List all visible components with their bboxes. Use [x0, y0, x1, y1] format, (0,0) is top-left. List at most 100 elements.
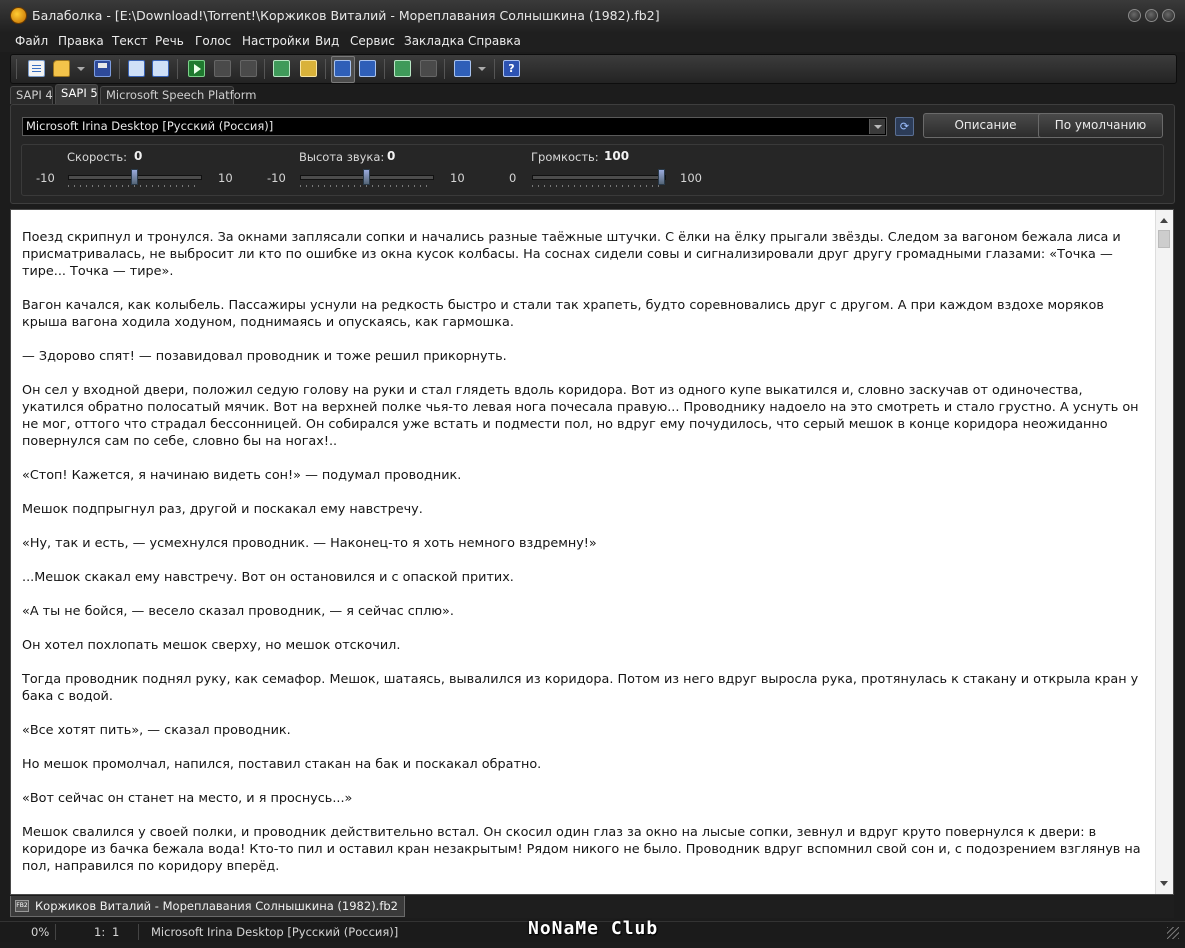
export-audio-icon[interactable] — [152, 60, 169, 77]
status-separator — [55, 924, 56, 940]
menu-view[interactable]: Вид — [315, 34, 339, 48]
document-tab-label: Коржиков Виталий - Мореплавания Солнышки… — [35, 899, 398, 913]
default-button[interactable]: По умолчанию — [1038, 113, 1163, 138]
stop-icon[interactable] — [240, 60, 257, 77]
menu-bookmark[interactable]: Закладка — [404, 34, 464, 48]
tab-microsoft-speech-platform[interactable]: Microsoft Speech Platform — [100, 86, 257, 104]
volume-max-label: 100 — [680, 171, 702, 185]
paragraph: Мешок свалился у своей полки, и проводни… — [22, 825, 1141, 874]
paragraph: «Стоп! Кажется, я начинаю видеть сон!» —… — [22, 468, 462, 483]
read-file-icon[interactable] — [300, 60, 317, 77]
dictionary-icon[interactable] — [359, 60, 376, 77]
convert-icon[interactable] — [394, 60, 411, 77]
menu-help[interactable]: Справка — [468, 34, 521, 48]
close-button[interactable] — [1162, 9, 1175, 22]
volume-slider[interactable] — [532, 175, 666, 180]
toolbar-separator — [444, 59, 445, 79]
open-dropdown-arrow-icon[interactable] — [77, 67, 85, 71]
toolbar-separator — [325, 59, 326, 79]
volume-slider-thumb[interactable] — [658, 169, 665, 185]
status-voice: Microsoft Irina Desktop [Русский (Россия… — [151, 925, 399, 939]
tab-sapi4[interactable]: SAPI 4 — [10, 86, 53, 104]
paragraph: «Все хотят пить», — сказал проводник. — [22, 723, 291, 738]
document-tab[interactable]: FB2 Коржиков Виталий - Мореплавания Солн… — [10, 896, 405, 917]
toolbar-separator — [177, 59, 178, 79]
menu-speech[interactable]: Речь — [155, 34, 184, 48]
scroll-down-arrow-icon[interactable] — [1160, 881, 1168, 886]
voice-panel: Microsoft Irina Desktop [Русский (Россия… — [10, 104, 1175, 204]
open-folder-icon[interactable] — [53, 60, 70, 77]
scrollbar-thumb[interactable] — [1158, 230, 1170, 248]
voice-sliders-group: Скорость: 0 -10 10 Высота звука: 0 -10 1… — [21, 144, 1164, 196]
volume-ticks — [532, 185, 664, 187]
document-tabs: FB2 Коржиков Виталий - Мореплавания Солн… — [10, 896, 1174, 918]
maximize-button[interactable] — [1145, 9, 1158, 22]
menu-text[interactable]: Текст — [112, 34, 148, 48]
status-line: 1: — [94, 925, 106, 939]
convert-batch-icon[interactable] — [420, 60, 437, 77]
rate-slider-thumb[interactable] — [131, 169, 138, 185]
save-icon[interactable] — [94, 60, 111, 77]
chevron-down-icon[interactable] — [869, 119, 885, 134]
export-text-icon[interactable] — [128, 60, 145, 77]
pitch-value: 0 — [387, 149, 396, 163]
menu-edit[interactable]: Правка — [58, 34, 104, 48]
rate-label: Скорость: — [67, 150, 128, 164]
toolbar-grip — [16, 59, 17, 79]
paragraph: Мешок подпрыгнул раз, другой и поскакал … — [22, 502, 423, 517]
document-text[interactable]: Поезд скрипнул и тронулся. За окнами зап… — [22, 229, 1147, 892]
vertical-scrollbar[interactable] — [1155, 210, 1173, 894]
pause-icon[interactable] — [214, 60, 231, 77]
menu-settings[interactable]: Настройки — [242, 34, 310, 48]
rate-max-label: 10 — [218, 171, 233, 185]
resize-grip-icon[interactable] — [1167, 927, 1179, 939]
pitch-ticks — [300, 185, 432, 187]
voice-settings-icon[interactable] — [334, 60, 351, 77]
pitch-max-label: 10 — [450, 171, 465, 185]
rate-value: 0 — [134, 149, 143, 163]
toolbar-separator — [494, 59, 495, 79]
status-progress: 0% — [31, 925, 50, 939]
pitch-min-label: -10 — [267, 171, 286, 185]
new-document-icon[interactable] — [28, 60, 45, 77]
volume-min-label: 0 — [509, 171, 517, 185]
pitch-label: Высота звука: — [299, 150, 385, 164]
paragraph: «Вот сейчас он станет на место, и я прос… — [22, 791, 353, 806]
paragraph: ...Мешок скакал ему навстречу. Вот он ос… — [22, 570, 514, 585]
balabolka-app-icon — [10, 7, 27, 24]
describe-button[interactable]: Описание — [923, 113, 1048, 138]
spelling-icon[interactable] — [454, 60, 471, 77]
paragraph: Он сел у входной двери, положил седую го… — [22, 383, 1139, 449]
paragraph: «А ты не бойся, — весело сказал проводни… — [22, 604, 454, 619]
refresh-voices-icon[interactable]: ⟳ — [895, 117, 914, 136]
tab-sapi5[interactable]: SAPI 5 — [55, 84, 98, 104]
paragraph: Он хотел похлопать мешок сверху, но мешо… — [22, 638, 401, 653]
paragraph: Поезд скрипнул и тронулся. За окнами зап… — [22, 230, 1121, 279]
paragraph: Вагон качался, как колыбель. Пассажиры у… — [22, 298, 1104, 330]
pitch-slider-thumb[interactable] — [363, 169, 370, 185]
status-column: 1 — [112, 925, 120, 939]
volume-value: 100 — [604, 149, 630, 163]
title-bar: Балаболка - [E:\Download!\Torrent!\Коржи… — [0, 0, 1185, 33]
rate-min-label: -10 — [36, 171, 55, 185]
text-editor[interactable]: Поезд скрипнул и тронулся. За окнами зап… — [10, 209, 1174, 895]
volume-label: Громкость: — [531, 150, 599, 164]
spelling-dropdown-arrow-icon[interactable] — [478, 67, 486, 71]
menu-voice[interactable]: Голос — [195, 34, 231, 48]
toolbar-separator — [264, 59, 265, 79]
paragraph: Тогда проводник поднял руку, как семафор… — [22, 672, 1139, 704]
menu-file[interactable]: Файл — [15, 34, 48, 48]
help-icon[interactable]: ? — [503, 60, 520, 77]
voice-select[interactable]: Microsoft Irina Desktop [Русский (Россия… — [22, 117, 887, 136]
paragraph: «Ну, так и есть, — усмехнулся проводник.… — [22, 536, 597, 551]
rate-ticks — [68, 185, 200, 187]
read-clipboard-icon[interactable] — [273, 60, 290, 77]
play-icon[interactable] — [188, 60, 205, 77]
minimize-button[interactable] — [1128, 9, 1141, 22]
menu-service[interactable]: Сервис — [350, 34, 395, 48]
toolbar-separator — [119, 59, 120, 79]
scroll-up-arrow-icon[interactable] — [1160, 218, 1168, 223]
status-separator — [138, 924, 139, 940]
watermark-logo: NoNaMe Club — [528, 918, 659, 939]
fb2-file-icon: FB2 — [15, 900, 29, 912]
